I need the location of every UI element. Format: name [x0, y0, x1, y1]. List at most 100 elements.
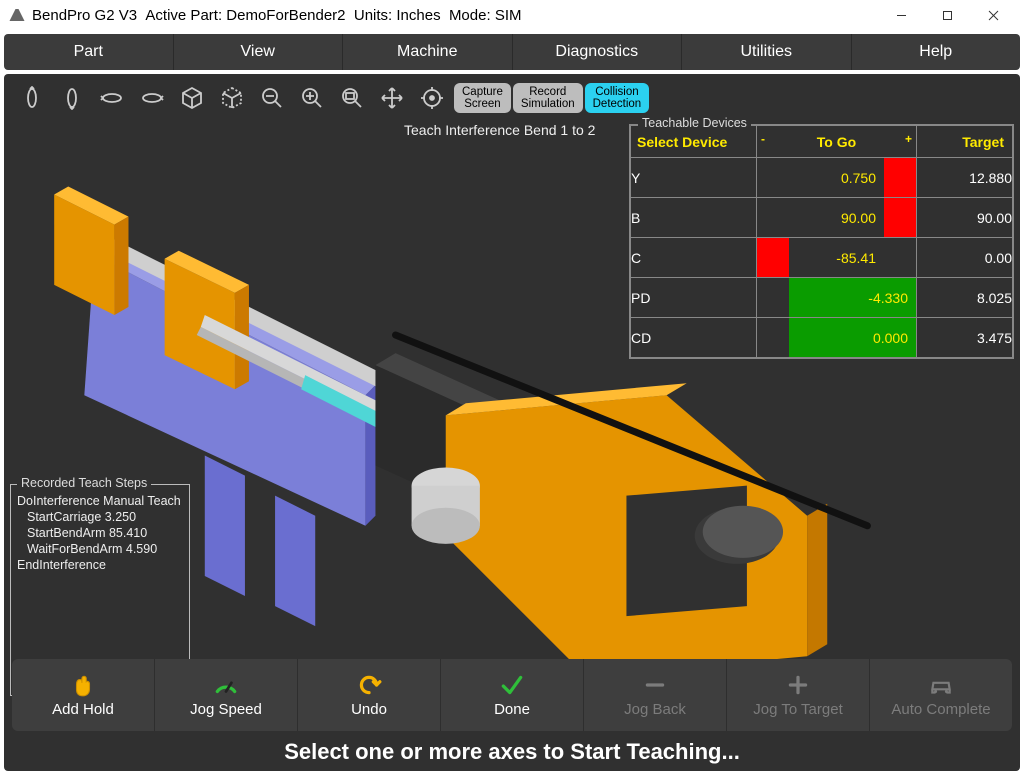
- mode-label: Mode:: [449, 7, 491, 24]
- view-toolbar: Capture Screen Record Simulation Collisi…: [12, 80, 649, 116]
- window-minimize-button[interactable]: [878, 0, 924, 30]
- app-title: BendPro G2 V3: [32, 7, 137, 24]
- rotate-y-icon[interactable]: [12, 80, 52, 116]
- fist-icon: [70, 673, 96, 697]
- rotate-x-icon[interactable]: [52, 80, 92, 116]
- device-target: 90.00: [917, 198, 1013, 238]
- window-maximize-button[interactable]: [924, 0, 970, 30]
- device-name: C: [631, 238, 757, 278]
- app-icon: [8, 6, 26, 24]
- action-bar: Add Hold Jog Speed Undo Done Jog Back Jo…: [12, 659, 1012, 731]
- device-row[interactable]: PD -4.3308.025: [631, 278, 1013, 318]
- col-select-device: Select Device: [631, 126, 757, 158]
- togo-band-minus: [757, 318, 789, 357]
- device-togo: 90.00: [757, 198, 917, 238]
- device-togo: 0.750: [757, 158, 917, 198]
- cube-wire-icon[interactable]: [212, 80, 252, 116]
- col-to-go: - To Go +: [757, 126, 917, 158]
- device-name: B: [631, 198, 757, 238]
- gauge-icon: [213, 673, 239, 697]
- units-value: Inches: [396, 7, 440, 24]
- record-simulation-button[interactable]: Record Simulation: [513, 83, 583, 113]
- teachable-devices-panel: Teachable Devices Select Device - To Go …: [629, 124, 1014, 359]
- menu-utilities[interactable]: Utilities: [682, 34, 852, 70]
- check-icon: [499, 673, 525, 697]
- teach-step-line: StartCarriage 3.250: [17, 509, 183, 525]
- teach-step-line: DoInterference Manual Teach: [17, 493, 183, 509]
- pan-icon[interactable]: [372, 80, 412, 116]
- device-togo: -85.41: [757, 238, 917, 278]
- device-target: 8.025: [917, 278, 1013, 318]
- active-part-label: Active Part:: [145, 7, 222, 24]
- col-target: Target: [917, 126, 1013, 158]
- togo-band-minus: [757, 198, 789, 237]
- done-label: Done: [494, 701, 530, 718]
- togo-band-plus: [884, 158, 916, 197]
- device-row[interactable]: C -85.41 0.00: [631, 238, 1013, 278]
- device-togo: 0.000: [757, 318, 917, 358]
- device-target: 12.880: [917, 158, 1013, 198]
- togo-band-minus: [757, 278, 789, 317]
- jog-speed-button[interactable]: Jog Speed: [155, 659, 298, 731]
- orbit-left-icon[interactable]: [92, 80, 132, 116]
- undo-icon: [356, 673, 382, 697]
- device-row[interactable]: B 90.00 90.00: [631, 198, 1013, 238]
- device-target: 3.475: [917, 318, 1013, 358]
- togo-band-minus: [757, 158, 789, 197]
- jog-to-target-label: Jog To Target: [753, 701, 843, 718]
- togo-value: -85.41: [789, 238, 884, 277]
- zoom-window-icon[interactable]: [332, 80, 372, 116]
- menu-machine[interactable]: Machine: [343, 34, 513, 70]
- auto-complete-label: Auto Complete: [891, 701, 990, 718]
- plus-icon: [785, 673, 811, 697]
- cube-solid-icon[interactable]: [172, 80, 212, 116]
- undo-label: Undo: [351, 701, 387, 718]
- menu-view[interactable]: View: [174, 34, 344, 70]
- togo-band-plus: [884, 198, 916, 237]
- device-target: 0.00: [917, 238, 1013, 278]
- togo-value: -4.330: [789, 278, 916, 317]
- mode-value: SIM: [495, 7, 522, 24]
- collision-detection-button[interactable]: Collision Detection: [585, 83, 650, 113]
- device-row[interactable]: Y 0.750 12.880: [631, 158, 1013, 198]
- undo-button[interactable]: Undo: [298, 659, 441, 731]
- device-name: PD: [631, 278, 757, 318]
- capture-screen-button[interactable]: Capture Screen: [454, 83, 511, 113]
- togo-minus-label: -: [761, 132, 765, 146]
- togo-plus-label: +: [905, 132, 912, 146]
- active-part-value: DemoForBender2: [226, 7, 345, 24]
- recorded-teach-steps-title: Recorded Teach Steps: [17, 476, 151, 490]
- menu-diagnostics[interactable]: Diagnostics: [513, 34, 683, 70]
- togo-value: 0.000: [789, 318, 916, 357]
- togo-value: 0.750: [789, 158, 884, 197]
- menubar: Part View Machine Diagnostics Utilities …: [4, 34, 1020, 70]
- teach-step-line: EndInterference: [17, 557, 183, 573]
- jog-back-label: Jog Back: [624, 701, 686, 718]
- teach-step-line: WaitForBendArm 4.590: [17, 541, 183, 557]
- units-label: Units:: [354, 7, 392, 24]
- jog-to-target-button[interactable]: Jog To Target: [727, 659, 870, 731]
- zoom-out-icon[interactable]: [252, 80, 292, 116]
- jog-back-button[interactable]: Jog Back: [584, 659, 727, 731]
- menu-help[interactable]: Help: [852, 34, 1021, 70]
- togo-band-plus: [884, 238, 916, 277]
- device-name: Y: [631, 158, 757, 198]
- jog-speed-label: Jog Speed: [190, 701, 262, 718]
- teach-hint-label: Teach Interference Bend 1 to 2: [404, 122, 595, 138]
- auto-complete-button[interactable]: Auto Complete: [870, 659, 1012, 731]
- orbit-right-icon[interactable]: [132, 80, 172, 116]
- window-titlebar: BendPro G2 V3 Active Part: DemoForBender…: [0, 0, 1024, 30]
- togo-band-minus: [757, 238, 789, 277]
- minus-icon: [642, 673, 668, 697]
- device-togo: -4.330: [757, 278, 917, 318]
- done-button[interactable]: Done: [441, 659, 584, 731]
- window-close-button[interactable]: [970, 0, 1016, 30]
- menu-part[interactable]: Part: [4, 34, 174, 70]
- teach-step-line: StartBendArm 85.410: [17, 525, 183, 541]
- add-hold-button[interactable]: Add Hold: [12, 659, 155, 731]
- togo-value: 90.00: [789, 198, 884, 237]
- center-icon[interactable]: [412, 80, 452, 116]
- device-row[interactable]: CD0.0003.475: [631, 318, 1013, 358]
- status-message: Select one or more axes to Start Teachin…: [4, 739, 1020, 765]
- zoom-in-icon[interactable]: [292, 80, 332, 116]
